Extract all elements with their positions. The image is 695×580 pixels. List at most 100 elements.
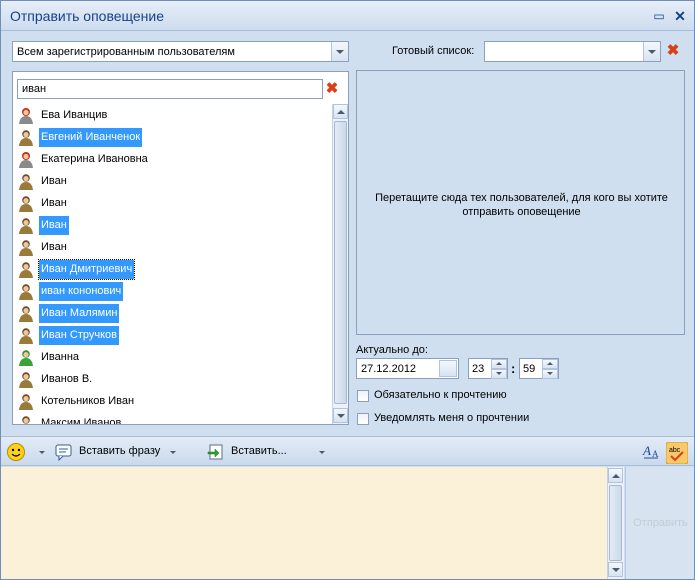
search-input-value: иван bbox=[22, 83, 47, 95]
chevron-down-icon[interactable] bbox=[331, 42, 348, 61]
emoticon-dropdown-icon[interactable] bbox=[39, 451, 45, 454]
clear-ready-list-icon[interactable]: ✖ bbox=[666, 43, 680, 58]
chevron-down-icon bbox=[319, 451, 325, 454]
hour-stepper[interactable]: 23 bbox=[468, 358, 508, 379]
user-male-icon bbox=[18, 217, 34, 235]
editor-scrollbar[interactable] bbox=[607, 467, 624, 579]
user-list-item[interactable]: Иван bbox=[13, 192, 330, 214]
time-separator: : bbox=[511, 361, 516, 376]
insert-phrase-label: Вставить фразу bbox=[79, 445, 161, 457]
user-name: Иванна bbox=[41, 351, 80, 363]
insert-label: Вставить... bbox=[231, 445, 287, 457]
chevron-down-icon[interactable] bbox=[643, 42, 660, 61]
user-male-icon bbox=[18, 415, 34, 424]
date-field[interactable]: 27.12.2012 bbox=[356, 358, 459, 379]
user-list-item[interactable]: Иван Малямин bbox=[13, 302, 330, 324]
scroll-down-icon[interactable] bbox=[333, 408, 348, 423]
user-list-item[interactable]: Иван bbox=[13, 236, 330, 258]
notify-read-checkbox[interactable] bbox=[357, 413, 369, 425]
user-list-item[interactable]: Евгений Иванченок bbox=[13, 126, 330, 148]
user-list-item[interactable]: Иван Стручков bbox=[13, 324, 330, 346]
font-icon: A A bbox=[642, 443, 659, 459]
required-read-checkbox[interactable] bbox=[357, 390, 369, 402]
user-name: Евгений Иванченок bbox=[39, 128, 143, 147]
scroll-thumb[interactable] bbox=[334, 121, 347, 404]
user-list-item[interactable]: Екатерина Ивановна bbox=[13, 148, 330, 170]
user-female-icon bbox=[18, 151, 34, 169]
minute-up-icon[interactable] bbox=[542, 359, 558, 369]
user-male-icon bbox=[18, 327, 34, 345]
user-name: Иван Малямин bbox=[39, 304, 120, 323]
user-name: Иванов В. bbox=[41, 373, 93, 385]
user-name: Иван bbox=[41, 241, 67, 253]
user-list-item[interactable]: Котельников Иван bbox=[13, 390, 330, 412]
scroll-up-icon[interactable] bbox=[333, 104, 348, 119]
user-list-scrollbar[interactable] bbox=[332, 104, 348, 424]
send-button[interactable]: Отправить bbox=[625, 467, 694, 579]
message-editor[interactable] bbox=[1, 467, 607, 579]
calendar-icon[interactable] bbox=[439, 360, 457, 377]
user-list-panel: иван ✖ Ева Иванцив Евгений Иванченок Екате… bbox=[12, 71, 349, 425]
date-value: 27.12.2012 bbox=[361, 363, 417, 375]
notification-window: Отправить оповещение ▭ ✕ Всем зарегистри… bbox=[0, 0, 695, 580]
scroll-up-icon[interactable] bbox=[608, 468, 623, 483]
hour-value: 23 bbox=[472, 363, 485, 375]
user-list-item[interactable]: Иван bbox=[13, 214, 330, 236]
user-name: иван кононович bbox=[39, 282, 124, 301]
maximize-icon[interactable]: ▭ bbox=[652, 9, 666, 23]
insert-icon bbox=[207, 444, 223, 460]
user-name: Ева Иванцив bbox=[41, 109, 108, 121]
user-male-icon bbox=[18, 173, 34, 191]
user-name: Котельников Иван bbox=[41, 395, 135, 407]
minute-down-icon[interactable] bbox=[542, 369, 558, 379]
user-list-item[interactable]: Ева Иванцив bbox=[13, 104, 330, 126]
user-male-icon bbox=[18, 371, 34, 389]
editor-toolbar: Вставить фразу Вставить... A A abc bbox=[1, 436, 694, 466]
user-name: Екатерина Ивановна bbox=[41, 153, 148, 165]
user-list-item[interactable]: Иванна bbox=[13, 346, 330, 368]
user-name: Иван bbox=[39, 216, 69, 235]
hour-up-icon[interactable] bbox=[491, 359, 507, 369]
user-list-item[interactable]: Иванов В. bbox=[13, 368, 330, 390]
recipients-select-value: Всем зарегистрированным пользователям bbox=[17, 46, 235, 58]
spellcheck-icon: abc bbox=[665, 441, 689, 465]
user-female-icon bbox=[18, 107, 34, 125]
user-male-icon bbox=[18, 195, 34, 213]
search-input[interactable]: иван bbox=[17, 79, 323, 99]
user-male-icon bbox=[18, 305, 34, 323]
valid-until-label: Актуально до: bbox=[356, 344, 428, 356]
insert-phrase-button[interactable]: Вставить фразу bbox=[55, 442, 180, 462]
user-list-item[interactable]: Максим Иванов bbox=[13, 412, 330, 424]
recipients-drop-area[interactable]: Перетащите сюда тех пользователей, для к… bbox=[356, 70, 685, 335]
user-list-item[interactable]: Иван Дмитриевич bbox=[13, 258, 330, 280]
scroll-thumb[interactable] bbox=[609, 485, 622, 561]
chevron-down-icon bbox=[170, 451, 176, 454]
required-read-label: Обязательно к прочтению bbox=[374, 389, 507, 401]
user-list-item[interactable]: иван кононович bbox=[13, 280, 330, 302]
user-male-icon bbox=[18, 393, 34, 411]
scroll-down-icon[interactable] bbox=[608, 562, 623, 577]
emoticon-button[interactable] bbox=[6, 442, 38, 462]
hour-down-icon[interactable] bbox=[491, 369, 507, 379]
close-icon[interactable]: ✕ bbox=[673, 9, 687, 23]
user-list-item[interactable]: Иван bbox=[13, 170, 330, 192]
user-male-icon bbox=[18, 261, 34, 279]
minute-stepper[interactable]: 59 bbox=[519, 358, 559, 379]
user-name: Иван bbox=[41, 175, 67, 187]
recipients-select[interactable]: Всем зарегистрированным пользователям bbox=[12, 41, 349, 62]
font-button[interactable]: A A bbox=[642, 442, 660, 462]
ready-list-select[interactable] bbox=[484, 41, 661, 62]
title-bar: Отправить оповещение ▭ ✕ bbox=[1, 1, 694, 31]
notify-read-label: Уведомлять меня о прочтении bbox=[374, 412, 530, 424]
smiley-icon bbox=[7, 443, 25, 461]
clear-search-icon[interactable]: ✖ bbox=[325, 81, 339, 96]
user-male-icon bbox=[18, 283, 34, 301]
minute-value: 59 bbox=[523, 363, 536, 375]
insert-button[interactable]: Вставить... bbox=[207, 442, 327, 462]
user-name: Иван bbox=[41, 197, 67, 209]
svg-text:abc: abc bbox=[669, 447, 681, 454]
send-label: Отправить bbox=[633, 517, 688, 529]
spellcheck-button[interactable]: abc bbox=[665, 441, 689, 465]
user-online-icon bbox=[18, 349, 34, 367]
user-name: Иван Стручков bbox=[39, 326, 119, 345]
